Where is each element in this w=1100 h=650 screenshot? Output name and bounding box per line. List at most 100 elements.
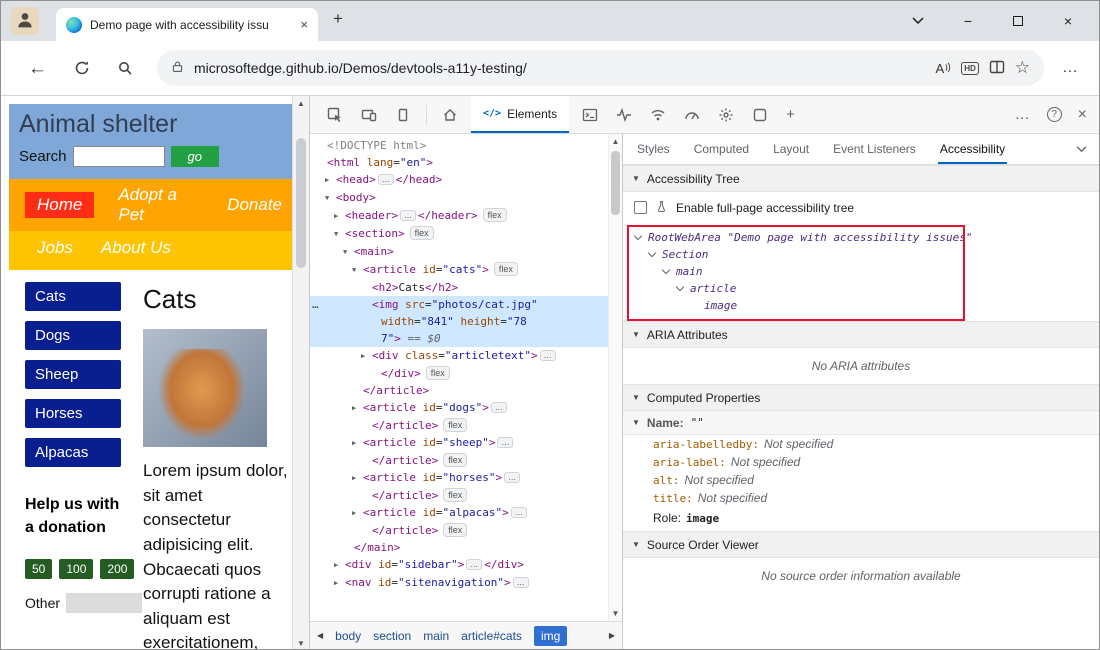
dom-tree-row[interactable]: ▶ <head>… </head>: [310, 171, 608, 189]
performance-icon[interactable]: [684, 107, 700, 123]
dom-tree-row[interactable]: <html lang="en">: [310, 154, 608, 171]
browser-menu-icon[interactable]: …: [1062, 59, 1079, 77]
collapsed-content-icon[interactable]: …: [510, 507, 527, 518]
panel-tabs-chevron-icon[interactable]: [1076, 145, 1087, 153]
network-icon[interactable]: [650, 107, 666, 123]
issues-icon[interactable]: [616, 107, 632, 123]
dom-tree-row[interactable]: ▶ <div id="sidebar">… </div>: [310, 556, 608, 574]
settings-gear-icon[interactable]: [718, 107, 734, 123]
dom-tree-row[interactable]: <h2>Cats</h2>: [310, 279, 608, 296]
donation-amount-button[interactable]: 100: [59, 559, 94, 580]
page-scrollbar[interactable]: ▲ ▼: [292, 96, 309, 649]
panel-tab-event-listeners[interactable]: Event Listeners: [831, 134, 918, 164]
nav-link-about-us[interactable]: About Us: [101, 238, 171, 258]
collapsed-arrow-icon[interactable]: ▶: [334, 208, 345, 225]
other-amount-input[interactable]: [66, 593, 143, 614]
dom-tree-row[interactable]: ▶ <nav id="sitenavigation">…: [310, 574, 608, 592]
home-icon[interactable]: [442, 107, 458, 123]
sidebar-button-dogs[interactable]: Dogs: [25, 321, 121, 350]
nav-link-donate[interactable]: Donate: [227, 195, 282, 215]
tab-close-icon[interactable]: ×: [300, 17, 308, 32]
expanded-arrow-icon[interactable]: ▼: [334, 226, 345, 243]
accessibility-tree-node[interactable]: main: [635, 263, 1099, 280]
dom-tree-row[interactable]: ▶ <article id="sheep">…: [310, 434, 608, 452]
dom-tree-row[interactable]: ▶ <article id="alpacas">…: [310, 504, 608, 522]
dock-side-icon[interactable]: [395, 107, 411, 123]
tree-chevron-icon[interactable]: [647, 248, 657, 257]
sidebar-button-alpacas[interactable]: Alpacas: [25, 438, 121, 467]
dom-tree-row[interactable]: ▼ <article id="cats"> flex: [310, 261, 608, 279]
collapsed-content-icon[interactable]: …: [399, 210, 416, 221]
dom-tree-row[interactable]: ▶ <article id="horses">…: [310, 469, 608, 487]
donation-amount-button[interactable]: 200: [100, 559, 135, 580]
scroll-up-icon[interactable]: ▲: [293, 99, 309, 108]
nav-link-adopt-a-pet[interactable]: Adopt a Pet: [118, 185, 203, 225]
breadcrumb-body[interactable]: body: [335, 629, 361, 643]
back-button[interactable]: ←: [28, 59, 47, 78]
flex-badge[interactable]: flex: [443, 418, 468, 432]
collapsed-content-icon[interactable]: …: [539, 350, 556, 361]
breadcrumb-scroll-right-icon[interactable]: ▶: [609, 631, 615, 640]
profile-avatar[interactable]: [11, 7, 39, 35]
dom-tree-row[interactable]: ▶ <header>… </header> flex: [310, 207, 608, 225]
computed-name-row[interactable]: ▼ Name: "": [623, 411, 1099, 435]
collapsed-arrow-icon[interactable]: ▶: [361, 348, 372, 365]
hd-badge[interactable]: HD: [961, 61, 979, 75]
section-accessibility-tree[interactable]: ▼ Accessibility Tree: [623, 165, 1099, 192]
breadcrumb-img[interactable]: img: [533, 625, 568, 646]
flex-badge[interactable]: flex: [409, 226, 434, 240]
search-icon[interactable]: [117, 60, 133, 76]
collapsed-arrow-icon[interactable]: ▶: [325, 172, 336, 189]
sidebar-button-cats[interactable]: Cats: [25, 282, 121, 311]
tab-actions-chevron-icon[interactable]: [893, 17, 943, 25]
refresh-button[interactable]: [74, 60, 90, 76]
dom-tree-row[interactable]: </article> flex: [310, 522, 608, 539]
address-bar[interactable]: microsoftedge.github.io/Demos/devtools-a…: [157, 50, 1044, 86]
nav-link-home[interactable]: Home: [25, 192, 95, 218]
dom-tree-row[interactable]: ▶ <article id="dogs">…: [310, 399, 608, 417]
dom-tree-row[interactable]: </article> flex: [310, 452, 608, 469]
section-source-order-viewer[interactable]: ▼ Source Order Viewer: [623, 531, 1099, 558]
breadcrumb-article-cats[interactable]: article#cats: [461, 629, 522, 643]
scroll-down-icon[interactable]: ▼: [609, 609, 622, 618]
flex-badge[interactable]: flex: [443, 488, 468, 502]
tree-chevron-icon[interactable]: [675, 282, 685, 291]
collapsed-content-icon[interactable]: …: [512, 577, 529, 588]
collapsed-content-icon[interactable]: …: [377, 174, 394, 185]
collapsed-arrow-icon[interactable]: ▶: [352, 400, 363, 417]
accessibility-tree-node[interactable]: Section: [635, 246, 1099, 263]
section-aria-attributes[interactable]: ▼ ARIA Attributes: [623, 321, 1099, 348]
collapsed-arrow-icon[interactable]: ▶: [352, 435, 363, 452]
breadcrumb-section[interactable]: section: [373, 629, 411, 643]
add-panel-icon[interactable]: +: [786, 106, 795, 123]
devtools-close-icon[interactable]: ×: [1078, 106, 1087, 124]
dom-tree-row[interactable]: 7"> == $0: [310, 330, 608, 347]
new-tab-button[interactable]: +: [333, 9, 343, 29]
tree-chevron-icon[interactable]: [661, 265, 671, 274]
devtools-menu-icon[interactable]: …: [1015, 106, 1031, 123]
accessibility-tree-node[interactable]: article: [635, 280, 1099, 297]
donation-amount-button[interactable]: 50: [25, 559, 53, 580]
collapsed-arrow-icon[interactable]: ▶: [352, 505, 363, 522]
collapsed-arrow-icon[interactable]: ▶: [334, 575, 345, 592]
sidebar-button-sheep[interactable]: Sheep: [25, 360, 121, 389]
breadcrumb-main[interactable]: main: [423, 629, 449, 643]
dom-tree-row[interactable]: ▶ <div class="articletext">…: [310, 347, 608, 365]
flex-badge[interactable]: flex: [493, 262, 518, 276]
dom-tree-row[interactable]: width="841" height="78: [310, 313, 608, 330]
dom-tree-row[interactable]: ▼ <section> flex: [310, 225, 608, 243]
dom-tree-row[interactable]: ▼ <main>: [310, 243, 608, 261]
dom-tree-row[interactable]: </article> flex: [310, 417, 608, 434]
flex-badge[interactable]: flex: [482, 208, 507, 222]
url-text[interactable]: microsoftedge.github.io/Demos/devtools-a…: [194, 60, 926, 76]
breadcrumb-scro}ll-left-icon[interactable]: ◀: [317, 631, 323, 640]
go-button[interactable]: go: [170, 146, 219, 167]
collapsed-content-icon[interactable]: …: [466, 559, 483, 570]
flex-badge[interactable]: flex: [443, 523, 468, 537]
panel-tab-layout[interactable]: Layout: [771, 134, 811, 164]
collapsed-arrow-icon[interactable]: ▶: [352, 470, 363, 487]
dom-tree-row[interactable]: </div> flex: [310, 365, 608, 382]
dom-tree-row[interactable]: </main>: [310, 539, 608, 556]
page-search-input[interactable]: [72, 146, 165, 167]
nav-link-jobs[interactable]: Jobs: [37, 238, 73, 258]
